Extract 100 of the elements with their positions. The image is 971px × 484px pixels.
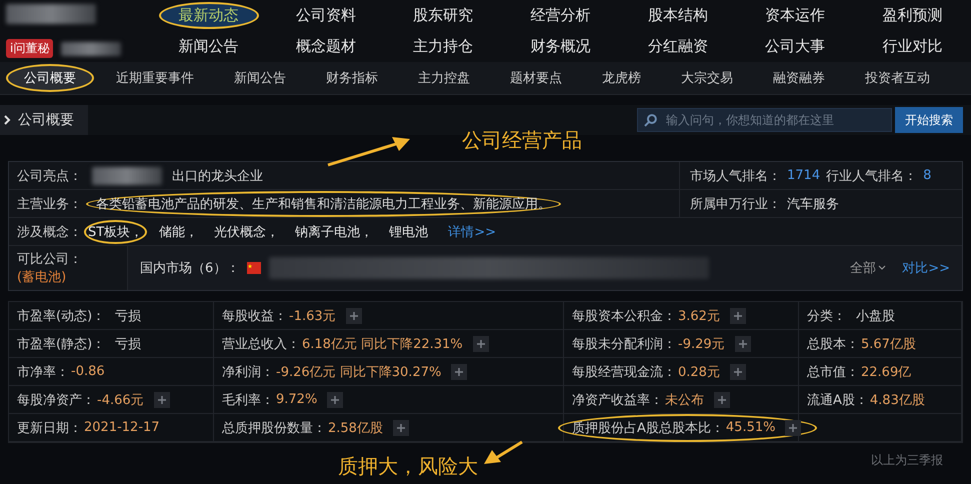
metric-label: 营业总收入： xyxy=(222,336,300,352)
details-link[interactable]: 详情>> xyxy=(448,222,496,240)
metric-value: 2021-12-17 xyxy=(84,420,160,435)
concept-tag: 锂电池 xyxy=(385,220,432,244)
plus-icon xyxy=(331,396,340,404)
metric-label: 市净率： xyxy=(17,364,69,380)
plus-icon xyxy=(734,368,742,376)
nav-tab[interactable]: 公司大事 xyxy=(745,33,846,60)
add-button[interactable] xyxy=(734,336,751,352)
arrow xyxy=(482,440,524,466)
nav-tab[interactable]: 新闻公告 xyxy=(158,33,259,60)
add-button[interactable] xyxy=(327,392,344,408)
metric-label: 总股本： xyxy=(807,336,859,352)
field-value: 出口的龙头企业 xyxy=(172,168,263,184)
field-label: 行业人气排名： xyxy=(826,168,918,184)
field-label: 公司亮点： xyxy=(17,168,82,184)
nav-tab[interactable]: 行业对比 xyxy=(862,33,962,60)
nav-tab[interactable]: 资本运作 xyxy=(745,2,846,29)
market-label: 国内市场（6）： xyxy=(140,260,240,277)
nav-tab[interactable]: 经营分析 xyxy=(510,2,610,29)
sub-tab[interactable]: 公司概要 xyxy=(6,64,94,92)
nav-tab[interactable]: 公司资料 xyxy=(276,2,376,29)
sub-tab[interactable]: 主力控盘 xyxy=(400,64,488,92)
metric-value: -1.63元 xyxy=(289,308,336,324)
add-button[interactable] xyxy=(730,308,746,324)
sub-tab[interactable]: 龙虎榜 xyxy=(584,64,659,92)
metric-value: 6.18亿元 同比下降22.31% xyxy=(302,336,463,352)
sub-tab[interactable]: 近期重要事件 xyxy=(98,64,212,92)
annotation-text: 公司经营产品 xyxy=(462,127,582,154)
sub-tab[interactable]: 投资者互动 xyxy=(847,64,948,92)
search-field[interactable]: 输入问句，你想知道的都在这里 xyxy=(637,108,892,132)
add-button[interactable] xyxy=(472,336,489,352)
field-label: 所属申万行业： xyxy=(690,196,781,212)
plus-icon xyxy=(396,424,405,432)
sub-tab[interactable]: 大宗交易 xyxy=(663,64,751,92)
redacted-block xyxy=(61,42,122,56)
redacted-block xyxy=(92,166,162,184)
concept-tag: 光伏概念， xyxy=(210,220,284,244)
metric-value: 45.51% xyxy=(726,420,776,435)
nav-tab[interactable]: 分红融资 xyxy=(628,33,728,60)
add-button[interactable] xyxy=(451,364,468,380)
add-button[interactable] xyxy=(346,308,362,324)
field-label: 市场人气排名： xyxy=(690,168,781,184)
metric-label: 每股净资产： xyxy=(17,392,95,408)
metric-label: 每股资本公积金： xyxy=(572,308,676,324)
compare-link[interactable]: 对比>> xyxy=(902,259,950,277)
sub-tab[interactable]: 财务指标 xyxy=(308,64,396,92)
metric-label: 质押股份占A股总股本比： xyxy=(572,420,724,436)
chevron-icon xyxy=(2,115,12,125)
plus-icon xyxy=(455,368,464,376)
nav-tab[interactable]: 财务概况 xyxy=(510,33,610,60)
metric-label: 总质押股份数量： xyxy=(222,420,326,436)
sub-tab[interactable]: 题材要点 xyxy=(492,64,580,92)
metric-value: 9.72% xyxy=(276,392,318,407)
concept-tag: ST板块， xyxy=(84,220,148,244)
concept-tag: 储能， xyxy=(155,220,202,244)
metric-label: 更新日期： xyxy=(17,420,82,436)
section-header: 公司概要 xyxy=(0,105,88,135)
nav-tab[interactable]: 概念题材 xyxy=(276,33,376,60)
field-label: 可比公司： xyxy=(17,251,83,268)
nav-tab[interactable]: 股东研究 xyxy=(393,2,494,29)
plus-icon xyxy=(350,312,358,320)
metric-value: 未公布 xyxy=(665,392,704,408)
flag-icon xyxy=(247,262,262,274)
badge[interactable]: i问董秘 xyxy=(6,39,54,58)
field-label: 主营业务： xyxy=(17,196,82,212)
metric-label: 市盈率(动态)： xyxy=(17,308,106,324)
add-button[interactable] xyxy=(714,392,730,408)
metric-label: 总市值： xyxy=(807,364,859,380)
add-button[interactable] xyxy=(154,392,170,408)
metric-value: -9.29元 xyxy=(678,336,725,352)
nav-tab[interactable]: 主力持仓 xyxy=(393,33,494,60)
metric-label: 流通A股： xyxy=(807,392,868,408)
add-button[interactable] xyxy=(730,364,746,380)
field-value: 各类铅蓄电池产品的研发、生产和销售和清洁能源电力工程业务、新能源应用。 xyxy=(86,190,561,216)
metric-label: 毛利率： xyxy=(222,392,274,408)
add-button[interactable] xyxy=(785,420,802,436)
plus-icon xyxy=(734,312,742,320)
field-value: 8 xyxy=(923,168,932,183)
nav-tab[interactable]: 最新动态 xyxy=(158,2,259,29)
search-icon xyxy=(644,113,658,127)
plus-icon xyxy=(789,424,798,432)
metric-value: 亏损 xyxy=(115,308,142,324)
metric-value: 5.67亿股 xyxy=(861,336,916,352)
caret-icon xyxy=(878,265,886,271)
nav-tab[interactable]: 盈利预测 xyxy=(862,2,962,29)
category-label: (蓄电池) xyxy=(17,269,68,286)
plus-icon xyxy=(738,340,747,348)
metric-label: 净资产收益率： xyxy=(572,392,663,408)
add-button[interactable] xyxy=(392,420,409,436)
metric-label: 每股未分配利润： xyxy=(572,336,676,352)
metric-value: -4.66元 xyxy=(97,392,144,408)
search-button[interactable]: 开始搜索 xyxy=(895,107,963,133)
metric-label: 分类： xyxy=(807,308,846,324)
metric-value: 0.28元 xyxy=(678,364,720,380)
nav-tab[interactable]: 股本结构 xyxy=(628,2,728,29)
filter-dropdown[interactable]: 全部 xyxy=(850,259,886,277)
field-value: 1714 xyxy=(787,168,820,183)
sub-tab[interactable]: 融资融券 xyxy=(755,64,843,92)
sub-tab[interactable]: 新闻公告 xyxy=(216,64,304,92)
